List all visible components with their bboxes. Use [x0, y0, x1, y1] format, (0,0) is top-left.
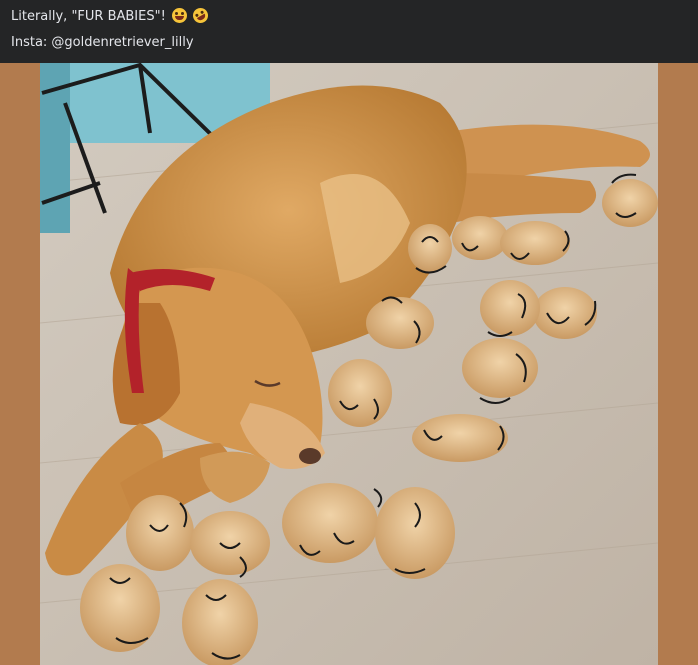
- caption-text: Literally, "FUR BABIES"!: [11, 9, 166, 24]
- post-credit: Insta: @goldenretriever_lilly: [11, 35, 194, 50]
- post-header: Literally, "FUR BABIES"! Insta: @goldenr…: [0, 0, 698, 63]
- grinning-sweat-emoji-icon: [171, 8, 187, 23]
- photo-frame: [0, 63, 698, 665]
- dog-photo-illustration: [40, 63, 658, 665]
- post-photo[interactable]: [40, 63, 658, 665]
- rofl-emoji-icon: [190, 5, 211, 26]
- post-caption: Literally, "FUR BABIES"!: [11, 5, 211, 26]
